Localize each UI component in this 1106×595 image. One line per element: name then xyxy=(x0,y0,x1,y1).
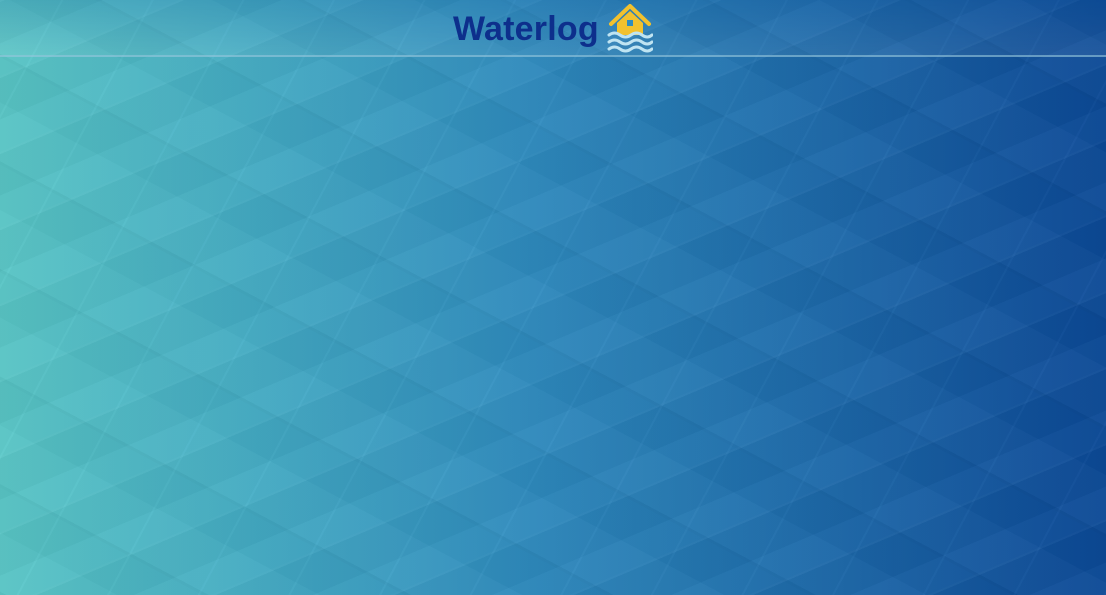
app-title: Waterlog xyxy=(453,10,599,48)
brand-logo-link[interactable]: Waterlog xyxy=(453,0,653,56)
top-navigation-bar: Waterlog xyxy=(0,0,1106,57)
main-content-area xyxy=(0,58,1106,595)
flooded-house-icon xyxy=(607,4,653,53)
